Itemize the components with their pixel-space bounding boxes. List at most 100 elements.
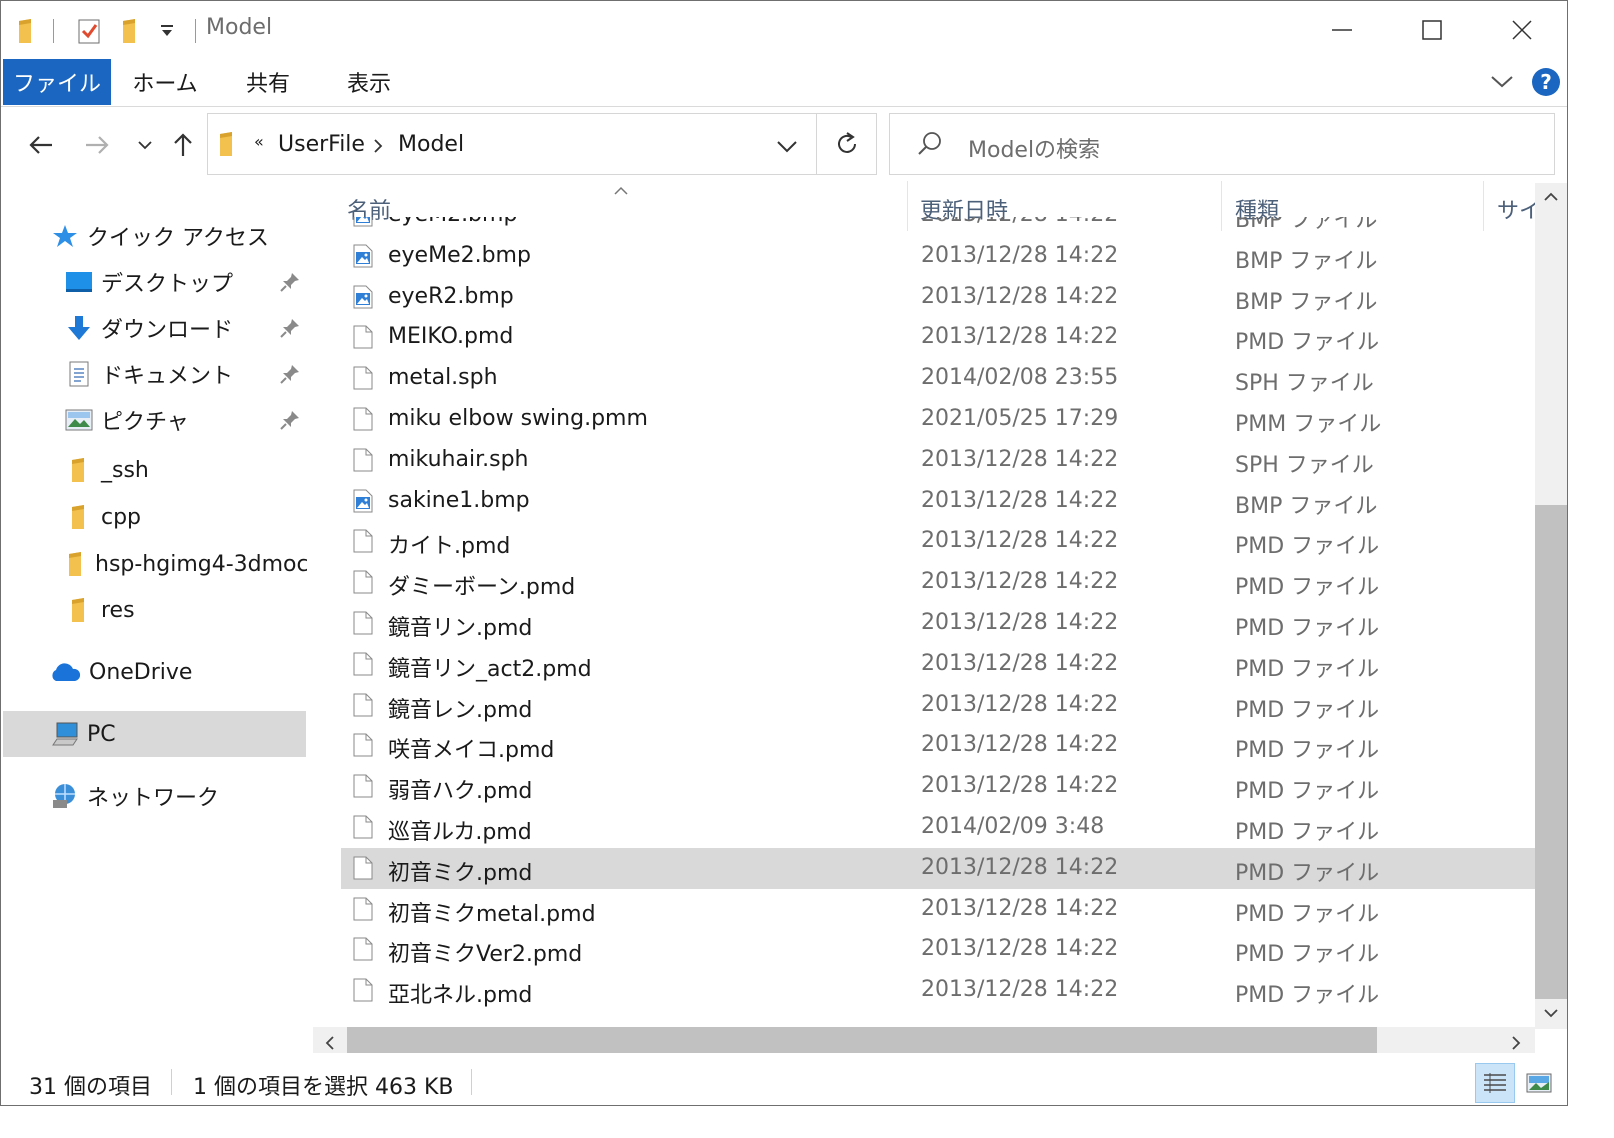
tab-view[interactable]: 表示	[327, 59, 411, 105]
file-row[interactable]: ダミーボーン.pmd 2013/12/28 14:22 PMD ファイル	[341, 562, 1535, 603]
file-row[interactable]: eyeR2.bmp 2013/12/28 14:22 BMP ファイル	[341, 277, 1535, 318]
tab-share[interactable]: 共有	[227, 59, 309, 105]
desktop-background	[1568, 0, 1614, 1138]
pin-icon[interactable]	[279, 271, 301, 293]
sidebar-item-pc[interactable]: PC	[51, 711, 116, 757]
file-name: 弱音ハク.pmd	[388, 779, 533, 805]
sidebar-item-documents[interactable]: ドキュメント	[65, 351, 233, 397]
recent-locations-button[interactable]	[127, 127, 163, 163]
horizontal-scrollbar[interactable]	[313, 1027, 1535, 1053]
file-row[interactable]: 初音ミクVer2.pmd 2013/12/28 14:22 PMD ファイル	[341, 929, 1535, 970]
file-type: PMD ファイル	[1235, 901, 1380, 927]
file-row[interactable]: 鏡音レン.pmd 2013/12/28 14:22 PMD ファイル	[341, 685, 1535, 726]
scroll-down-icon[interactable]	[1543, 1005, 1559, 1024]
minimize-button[interactable]	[1297, 1, 1387, 59]
large-icons-view-icon	[1526, 1073, 1552, 1093]
desktop-background	[0, 1106, 1614, 1138]
sidebar-item-onedrive[interactable]: OneDrive	[49, 649, 192, 695]
address-bar[interactable]: « UserFile Model	[207, 113, 877, 175]
file-date: 2013/12/28 14:22	[921, 691, 1119, 717]
sidebar-item-hsp-hgimg4[interactable]: hsp-hgimg4-3dmoc	[65, 541, 307, 587]
file-date: 2013/12/28 14:22	[921, 283, 1119, 309]
forward-button[interactable]	[79, 127, 115, 163]
sidebar-item-res[interactable]: res	[65, 587, 135, 633]
picture-icon	[65, 406, 93, 434]
tab-home[interactable]: ホーム	[119, 59, 211, 105]
file-row[interactable]: miku elbow swing.pmm 2021/05/25 17:29 PMM …	[341, 399, 1535, 440]
customize-toolbar-icon[interactable]	[159, 23, 175, 42]
file-icon	[353, 611, 373, 635]
file-name: MEIKO.pmd	[388, 324, 514, 350]
breadcrumb-item-userfile[interactable]: UserFile	[278, 132, 365, 157]
search-placeholder: Modelの検索	[968, 138, 1101, 163]
file-date: 2014/02/09 3:48	[921, 814, 1105, 839]
file-row[interactable]: MEIKO.pmd 2013/12/28 14:22 PMD ファイル	[341, 317, 1535, 358]
file-type: SPH ファイル	[1235, 371, 1374, 397]
expand-ribbon-icon[interactable]	[1489, 71, 1515, 95]
status-bar: 31 個の項目 1 個の項目を選択 463 KB	[1, 1059, 1567, 1105]
sidebar-item-downloads[interactable]: ダウンロード	[65, 305, 233, 351]
scroll-up-icon[interactable]	[1543, 189, 1559, 208]
help-icon[interactable]: ?	[1531, 67, 1561, 101]
file-row[interactable]: 弱音ハク.pmd 2013/12/28 14:22 PMD ファイル	[341, 766, 1535, 807]
file-row[interactable]: eyeMe2.bmp 2013/12/28 14:22 BMP ファイル	[341, 236, 1535, 277]
breadcrumb-overflow[interactable]: «	[254, 132, 264, 151]
scroll-left-icon[interactable]	[323, 1035, 337, 1053]
file-rows: eyeM2.bmp2013/12/28 14:22BMP ファイルeyeMe2.…	[341, 217, 1535, 1027]
address-dropdown-icon[interactable]	[776, 138, 798, 158]
properties-icon[interactable]	[77, 17, 103, 49]
file-row[interactable]: 鏡音リン_act2.pmd 2013/12/28 14:22 PMD ファイル	[341, 644, 1535, 685]
sidebar-item-cpp[interactable]: cpp	[65, 494, 141, 540]
chevron-down-icon	[138, 141, 152, 150]
refresh-icon[interactable]	[834, 130, 860, 162]
close-button[interactable]	[1477, 1, 1567, 59]
horizontal-scroll-thumb[interactable]	[347, 1027, 1377, 1053]
pin-icon[interactable]	[279, 363, 301, 385]
chevron-right-icon[interactable]	[372, 138, 384, 158]
vertical-scroll-thumb[interactable]	[1535, 505, 1567, 999]
file-row[interactable]: 巡音ルカ.pmd 2014/02/09 3:48 PMD ファイル	[341, 807, 1535, 848]
file-icon	[353, 733, 373, 757]
sidebar-item-network[interactable]: ネットワーク	[51, 773, 219, 819]
navigation-pane: クイック アクセス デスクトップ ダウンロード ドキュメント ピクチャ _ssh…	[1, 181, 311, 1053]
back-button[interactable]	[23, 127, 59, 163]
search-box[interactable]: Modelの検索	[889, 113, 1555, 175]
tab-file[interactable]: ファイル	[3, 59, 111, 105]
file-date: 2013/12/28 14:22	[921, 446, 1119, 472]
file-row[interactable]: 咲音メイコ.pmd 2013/12/28 14:22 PMD ファイル	[341, 725, 1535, 766]
maximize-button[interactable]	[1387, 1, 1477, 59]
file-name: ダミーボーン.pmd	[388, 575, 576, 601]
file-type: PMD ファイル	[1235, 330, 1380, 356]
file-row[interactable]: metal.sph 2014/02/08 23:55 SPH ファイル	[341, 358, 1535, 399]
large-icons-view-button[interactable]	[1519, 1063, 1559, 1103]
scroll-right-icon[interactable]	[1509, 1035, 1523, 1053]
up-button[interactable]	[165, 127, 201, 163]
file-row[interactable]: カイト.pmd 2013/12/28 14:22 PMD ファイル	[341, 521, 1535, 562]
file-row[interactable]: mikuhair.sph 2013/12/28 14:22 SPH ファイル	[341, 440, 1535, 481]
file-date: 2013/12/28 14:22	[921, 977, 1119, 1003]
sidebar-item-quick-access[interactable]: クイック アクセス	[51, 213, 269, 259]
file-date: 2013/12/28 14:22	[921, 528, 1119, 554]
vertical-scrollbar[interactable]	[1535, 183, 1567, 1029]
sidebar-item-desktop[interactable]: デスクトップ	[65, 259, 233, 305]
new-folder-icon[interactable]	[121, 17, 143, 49]
file-row[interactable]: 亞北ネル.pmd 2013/12/28 14:22 PMD ファイル	[341, 970, 1535, 1011]
pin-icon[interactable]	[279, 317, 301, 339]
pin-icon[interactable]	[279, 409, 301, 431]
file-row[interactable]: 鏡音リン.pmd 2013/12/28 14:22 PMD ファイル	[341, 603, 1535, 644]
sidebar-item-ssh[interactable]: _ssh	[65, 447, 149, 493]
file-row[interactable]: sakine1.bmp 2013/12/28 14:22 BMP ファイル	[341, 481, 1535, 522]
sidebar-item-label: ダウンロード	[101, 318, 234, 343]
file-row[interactable]: eyeM2.bmp 2013/12/28 14:22 BMP ファイル	[341, 217, 1535, 236]
close-icon	[1512, 20, 1532, 40]
file-date: 2013/12/28 14:22	[921, 650, 1119, 676]
folder-icon	[65, 550, 87, 578]
file-date: 2013/12/28 14:22	[921, 242, 1119, 268]
details-view-button[interactable]	[1475, 1063, 1515, 1103]
file-row[interactable]: 初音ミクmetal.pmd 2013/12/28 14:22 PMD ファイル	[341, 889, 1535, 930]
star-icon	[51, 222, 79, 250]
breadcrumb-item-model[interactable]: Model	[398, 132, 464, 157]
sidebar-item-pictures[interactable]: ピクチャ	[65, 397, 189, 443]
file-type: PMM ファイル	[1235, 412, 1382, 437]
file-row[interactable]: 初音ミク.pmd 2013/12/28 14:22 PMD ファイル	[341, 847, 1535, 889]
